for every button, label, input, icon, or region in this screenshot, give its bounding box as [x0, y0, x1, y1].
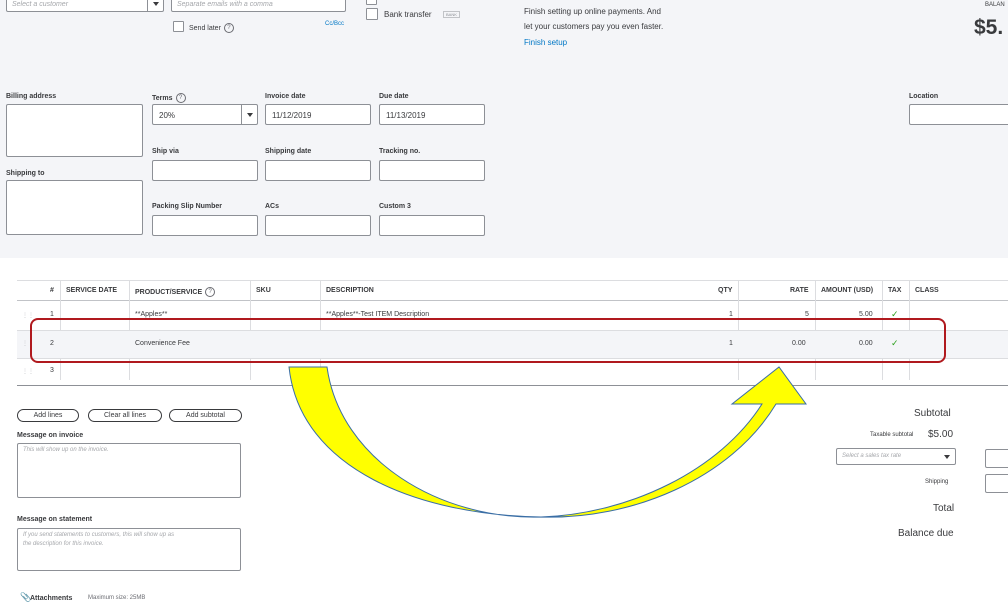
curved-arrow-icon — [288, 366, 807, 518]
annotation-arrow — [288, 366, 807, 518]
